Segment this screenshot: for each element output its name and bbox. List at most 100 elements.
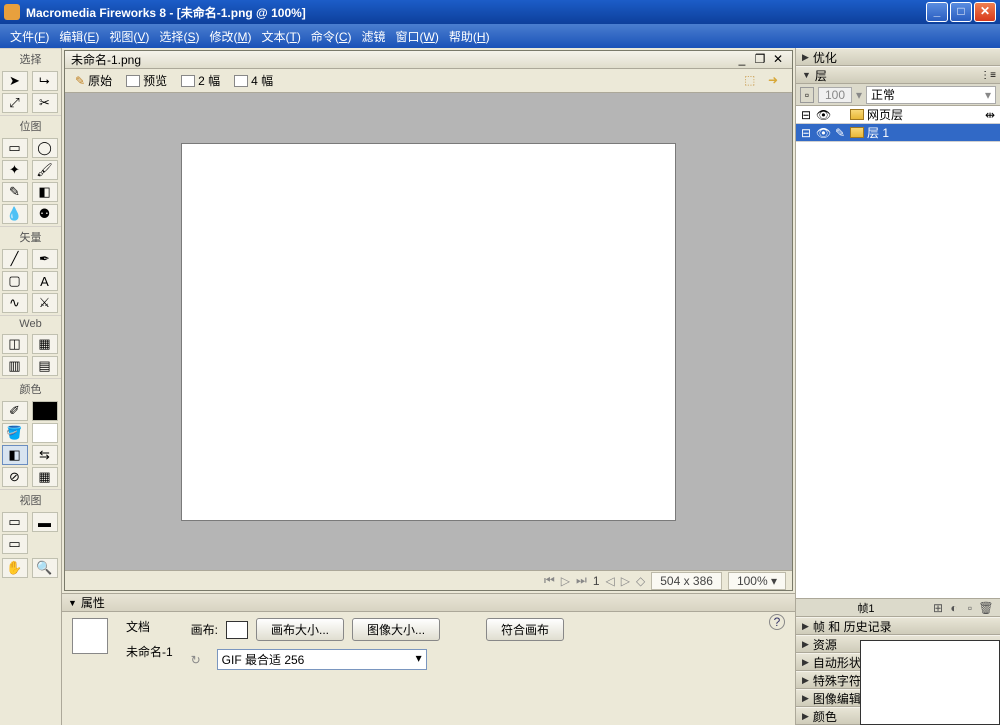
- mask-icon[interactable]: ◐: [946, 601, 962, 615]
- full-view-menus[interactable]: ▭: [2, 534, 28, 554]
- tab-two-up[interactable]: 2 幅: [177, 71, 224, 90]
- frame-end-button[interactable]: ◇: [636, 574, 645, 588]
- subselect-tool[interactable]: ⮡: [32, 71, 58, 91]
- layer-row-web[interactable]: ⊟ 👁 网页层 ⇹: [796, 106, 1000, 124]
- lasso-tool[interactable]: ◯: [32, 138, 58, 158]
- export-wizard-icon[interactable]: ⬚: [744, 73, 762, 89]
- menu-help[interactable]: 帮助(H): [445, 26, 494, 47]
- document-window: 未命名-1.png _ ❐ ✕ ✎原始 预览 2 幅 4 幅 ⬚ ➜ ⏮ ▷ ⏭: [64, 50, 793, 591]
- menu-edit[interactable]: 编辑(E): [55, 26, 103, 47]
- menubar: 文件(F) 编辑(E) 视图(V) 选择(S) 修改(M) 文本(T) 命令(C…: [0, 24, 1000, 48]
- eraser-tool[interactable]: ◧: [32, 182, 58, 202]
- prev-frame-button[interactable]: ◁: [606, 574, 615, 588]
- tab-original[interactable]: ✎原始: [71, 71, 116, 90]
- layer-row-1[interactable]: ⊟ 👁 ✎ 层 1: [796, 124, 1000, 142]
- pen-tool[interactable]: ✒: [32, 249, 58, 269]
- tool-section-bitmap: 位图: [0, 115, 61, 136]
- doc-minimize-button[interactable]: _: [734, 53, 750, 67]
- line-tool[interactable]: ╱: [2, 249, 28, 269]
- tool-section-web: Web: [0, 315, 61, 332]
- layer-name: 网页层: [867, 106, 903, 123]
- visibility-icon[interactable]: 👁: [816, 108, 830, 122]
- marquee-tool[interactable]: ▭: [2, 138, 28, 158]
- expand-icon[interactable]: ⊟: [799, 108, 813, 122]
- rect-tool[interactable]: ▢: [2, 271, 28, 291]
- window-minimize-button[interactable]: _: [926, 2, 948, 22]
- stamp-tool[interactable]: ⚉: [32, 204, 58, 224]
- blend-mode-select[interactable]: 正常▾: [866, 86, 996, 104]
- menu-file[interactable]: 文件(F): [6, 26, 53, 47]
- doc-restore-button[interactable]: ❐: [752, 53, 768, 67]
- menu-window[interactable]: 窗口(W): [392, 26, 443, 47]
- wand-tool[interactable]: ✦: [2, 160, 28, 180]
- slice-tool[interactable]: ▦: [32, 334, 58, 354]
- quick-export-icon[interactable]: ➜: [768, 73, 786, 89]
- new-sublayer-icon[interactable]: ⊞: [930, 601, 946, 615]
- menu-text[interactable]: 文本(T): [257, 26, 304, 47]
- layer-small-icon[interactable]: ▫: [800, 87, 814, 103]
- pointer-tool[interactable]: ➤: [2, 71, 28, 91]
- pencil-tool[interactable]: ✎: [2, 182, 28, 202]
- help-icon[interactable]: ?: [769, 614, 785, 630]
- visibility-icon[interactable]: 👁: [816, 126, 830, 140]
- canvas-size-button[interactable]: 画布大小...: [256, 618, 344, 641]
- hand-tool[interactable]: ✋: [2, 558, 28, 578]
- panel-layers[interactable]: ▼层⋮≡: [796, 66, 1000, 84]
- canvas-color-label: 画布:: [191, 621, 218, 638]
- edit-icon[interactable]: ✎: [833, 126, 847, 140]
- first-frame-button[interactable]: ⏮: [544, 573, 555, 588]
- knife-tool[interactable]: ⚔: [32, 293, 58, 313]
- hide-slice-tool[interactable]: ▥: [2, 356, 28, 376]
- panel-optimize[interactable]: ▶优化: [796, 48, 1000, 66]
- fill-color[interactable]: [32, 423, 58, 443]
- standard-view[interactable]: ▭: [2, 512, 28, 532]
- hotspot-tool[interactable]: ◫: [2, 334, 28, 354]
- tab-four-up[interactable]: 4 幅: [230, 71, 277, 90]
- menu-select[interactable]: 选择(S): [155, 26, 203, 47]
- canvas[interactable]: [181, 143, 676, 521]
- eyedropper-tool[interactable]: ✐: [2, 401, 28, 421]
- menu-view[interactable]: 视图(V): [105, 26, 153, 47]
- canvas-color-swatch[interactable]: [226, 621, 248, 639]
- panel-frames-history[interactable]: ▶帧 和 历史记录: [796, 617, 1000, 635]
- menu-filter[interactable]: 滤镜: [358, 26, 390, 47]
- no-color[interactable]: ⊘: [2, 467, 28, 487]
- share-icon[interactable]: ⇹: [983, 108, 997, 122]
- crop-tool[interactable]: ✂: [32, 93, 58, 113]
- zoom-tool[interactable]: 🔍: [32, 558, 58, 578]
- tab-preview[interactable]: 预览: [122, 71, 171, 90]
- default-colors[interactable]: ◧: [2, 445, 28, 465]
- properties-header[interactable]: ▼ 属性: [62, 594, 795, 612]
- menu-command[interactable]: 命令(C): [307, 26, 356, 47]
- delete-layer-icon[interactable]: 🗑: [978, 601, 994, 615]
- play-button[interactable]: ▷: [561, 574, 570, 588]
- expand-icon[interactable]: ⊟: [799, 126, 813, 140]
- panel-menu-icon[interactable]: ⋮≡: [980, 70, 996, 81]
- window-maximize-button[interactable]: □: [950, 2, 972, 22]
- zoom-level[interactable]: 100% ▾: [728, 572, 786, 590]
- menu-modify[interactable]: 修改(M): [205, 26, 255, 47]
- scale-tool[interactable]: ⤢: [2, 93, 28, 113]
- blur-tool[interactable]: 💧: [2, 204, 28, 224]
- new-layer-icon[interactable]: ▫: [962, 601, 978, 615]
- text-tool[interactable]: A: [32, 271, 58, 291]
- paint-bucket-tool[interactable]: 🪣: [2, 423, 28, 443]
- right-panels: ▶优化 ▼层⋮≡ ▫ ▾ 正常▾ ⊟ 👁 网页层 ⇹ ⊟ 👁 ✎: [795, 48, 1000, 725]
- canvas-dimensions: 504 x 386: [651, 572, 722, 590]
- stroke-color[interactable]: [32, 401, 58, 421]
- last-frame-button[interactable]: ⏭: [576, 573, 587, 588]
- show-slice-tool[interactable]: ▤: [32, 356, 58, 376]
- layer-opacity-input[interactable]: [818, 87, 852, 103]
- freeform-tool[interactable]: ∿: [2, 293, 28, 313]
- full-view[interactable]: ▬: [32, 512, 58, 532]
- window-close-button[interactable]: ✕: [974, 2, 996, 22]
- next-frame-button[interactable]: ▷: [621, 574, 630, 588]
- fit-canvas-button[interactable]: 符合画布: [486, 618, 564, 641]
- swap-colors[interactable]: ⇆: [32, 445, 58, 465]
- color-extra[interactable]: ▦: [32, 467, 58, 487]
- image-size-button[interactable]: 图像大小...: [352, 618, 440, 641]
- brush-tool[interactable]: 🖌: [32, 160, 58, 180]
- gif-format-select[interactable]: GIF 最合适 256▾: [217, 649, 427, 670]
- doc-close-button[interactable]: ✕: [770, 53, 786, 67]
- canvas-area[interactable]: [65, 93, 792, 570]
